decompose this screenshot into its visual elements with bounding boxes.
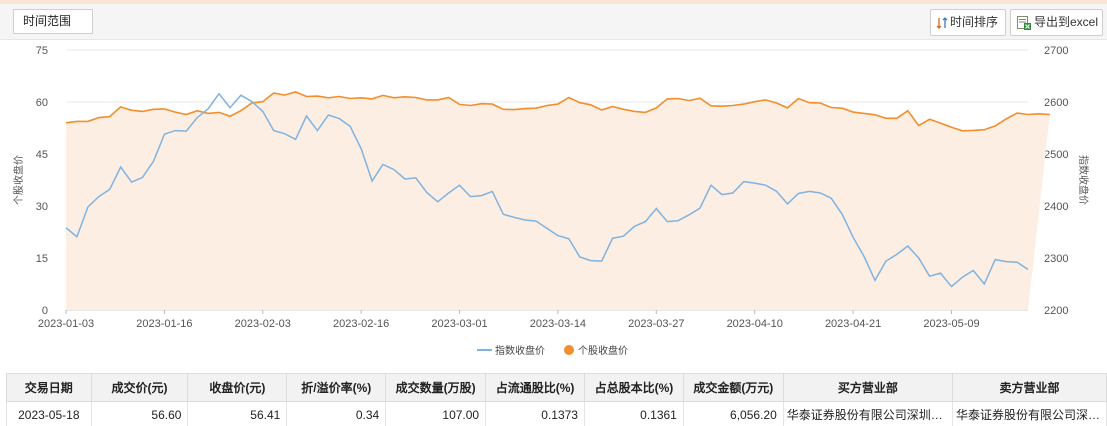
y-right-axis-title: 指数收盘价 [1077, 155, 1090, 205]
cell-amount: 6,056.20 [682, 401, 784, 426]
header-float-ratio[interactable]: 占流通股比(%) [485, 373, 585, 402]
y-right-tick-label: 2600 [1044, 97, 1068, 109]
table-header-row: 交易日期 成交价(元) 收盘价(元) 折/溢价率(%) 成交数量(万股) 占流通… [6, 373, 1107, 402]
stock-close-area [66, 91, 1050, 311]
header-buyer-branch[interactable]: 买方营业部 [782, 373, 953, 402]
y-left-tick-label: 60 [36, 97, 48, 109]
cell-premium-rate: 0.34 [286, 401, 387, 426]
export-excel-label: 导出到excel [1034, 15, 1099, 29]
cell-trade-date: 2023-05-18 [6, 401, 92, 426]
legend-stock-label: 个股收盘价 [578, 344, 628, 357]
block-trade-table: 交易日期 成交价(元) 收盘价(元) 折/溢价率(%) 成交数量(万股) 占流通… [6, 373, 1107, 426]
legend-index-label: 指数收盘价 [495, 344, 545, 357]
sort-arrows-icon [936, 16, 948, 29]
cell-buyer-branch[interactable]: 华泰证券股份有限公司深圳… [782, 401, 953, 426]
table-row[interactable]: 2023-05-18 56.60 56.41 0.34 107.00 0.137… [6, 401, 1107, 426]
y-left-tick-label: 75 [36, 45, 48, 57]
x-tick-label: 2023-02-16 [333, 318, 389, 330]
price-chart: 0 2200 15 2300 30 2400 45 2500 60 2600 75 2700 2023-… [0, 40, 1107, 370]
header-volume[interactable]: 成交数量(万股) [385, 373, 487, 402]
x-tick-label: 2023-03-01 [431, 318, 487, 330]
header-close-price[interactable]: 收盘价(元) [187, 373, 288, 402]
header-total-ratio[interactable]: 占总股本比(%) [583, 373, 684, 402]
header-amount[interactable]: 成交金额(万元) [682, 373, 784, 402]
x-tick-label: 2023-02-03 [235, 318, 291, 330]
time-sort-button[interactable]: 时间排序 [930, 9, 1006, 36]
time-sort-label: 时间排序 [950, 15, 999, 29]
y-left-axis-title: 个股收盘价 [12, 155, 25, 205]
cell-float-ratio: 0.1373 [485, 401, 585, 426]
x-tick-label: 2023-04-21 [825, 318, 881, 330]
export-excel-button[interactable]: 导出到excel [1010, 9, 1103, 36]
y-right-tick-label: 2500 [1044, 149, 1068, 161]
x-tick-label: 2023-03-27 [628, 318, 684, 330]
x-tick-label: 2023-04-10 [727, 318, 783, 330]
header-trade-price[interactable]: 成交价(元) [90, 373, 189, 402]
y-left-tick-label: 30 [36, 201, 48, 213]
cell-trade-price: 56.60 [90, 401, 189, 426]
x-tick-label: 2023-01-03 [38, 318, 94, 330]
cell-volume: 107.00 [385, 401, 487, 426]
y-right-tick-label: 2700 [1044, 45, 1068, 57]
x-tick-label: 2023-03-14 [530, 318, 586, 330]
excel-export-icon [1017, 15, 1031, 30]
toolbar: 时间范围 时间排序 导出到excel [0, 4, 1107, 40]
header-seller-branch[interactable]: 卖方营业部 [951, 373, 1107, 402]
chart-canvas: 0 2200 15 2300 30 2400 45 2500 60 2600 75 2700 2023-… [12, 45, 1090, 357]
header-premium-rate[interactable]: 折/溢价率(%) [286, 373, 387, 402]
cell-total-ratio: 0.1361 [583, 401, 684, 426]
time-range-button[interactable]: 时间范围 [13, 9, 93, 34]
legend-stock-swatch [564, 345, 574, 355]
cell-seller-branch[interactable]: 华泰证券股份有限公司深… [951, 401, 1107, 426]
y-right-tick-label: 2300 [1044, 253, 1068, 265]
y-right-tick-label: 2200 [1044, 305, 1068, 317]
y-left-tick-label: 0 [42, 305, 48, 317]
header-trade-date[interactable]: 交易日期 [6, 373, 92, 402]
cell-close-price: 56.41 [187, 401, 288, 426]
y-left-tick-label: 45 [36, 149, 48, 161]
y-left-tick-label: 15 [36, 253, 48, 265]
x-tick-label: 2023-05-09 [923, 318, 979, 330]
x-tick-label: 2023-01-16 [136, 318, 192, 330]
y-right-tick-label: 2400 [1044, 201, 1068, 213]
